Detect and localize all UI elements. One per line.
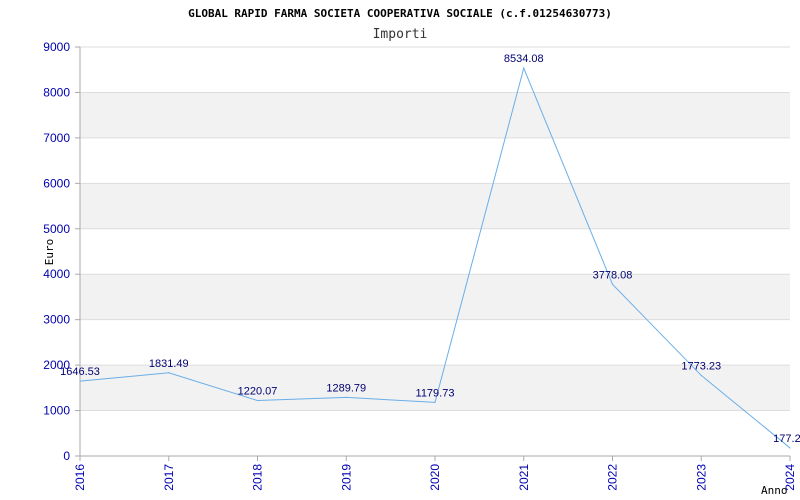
x-tick-label: 2017 [162,464,176,491]
data-label: 3778.08 [593,269,633,281]
x-tick-label: 2018 [251,464,265,491]
x-tick-label: 2019 [339,464,353,491]
data-point [256,399,259,402]
background-band [80,183,790,229]
y-tick-label: 0 [63,449,70,463]
data-label: 1289.79 [326,382,366,394]
data-point [345,396,347,398]
data-point [523,67,525,69]
y-tick-label: 8000 [43,85,70,99]
y-tick-label: 4000 [43,267,70,281]
data-label: 1773.23 [681,360,721,372]
y-axis-label: Euro [43,239,56,266]
background-band [80,92,790,138]
chart-subtitle: Importi [373,27,428,42]
data-label: 1179.73 [416,387,455,399]
data-label: 8534.08 [504,53,544,65]
data-label: 1646.53 [60,366,100,378]
y-tick-label: 9000 [43,40,70,54]
background-band [80,274,790,320]
x-tick-label: 2016 [73,464,87,491]
data-point [79,380,81,382]
y-tick-label: 1000 [43,404,70,418]
data-point [611,283,614,285]
data-label: 1831.49 [149,358,189,370]
data-label: 177.28 [773,433,800,445]
data-point [789,447,791,449]
data-point [700,374,702,377]
line-chart: 0100020003000400050006000700080009000 20… [43,7,800,497]
x-tick-label: 2022 [606,464,620,491]
y-tick-label: 7000 [43,131,70,145]
chart-title: GLOBAL RAPID FARMA SOCIETA COOPERATIVA S… [188,7,612,20]
x-tick-label: 2021 [517,464,531,491]
y-tick-label: 3000 [43,313,70,327]
y-tick-label: 6000 [43,176,70,190]
x-tick-label: 2020 [428,464,442,491]
data-point [434,401,436,403]
data-label: 1220.07 [238,386,278,398]
x-axis-label: Anno [761,484,788,497]
x-tick-label: 2023 [694,464,708,491]
x-tick-labels: 2016 2017 2018 2019 2020 2021 2022 2023 2024 [73,464,797,491]
y-tick-label: 5000 [43,222,70,236]
data-point [168,372,170,374]
